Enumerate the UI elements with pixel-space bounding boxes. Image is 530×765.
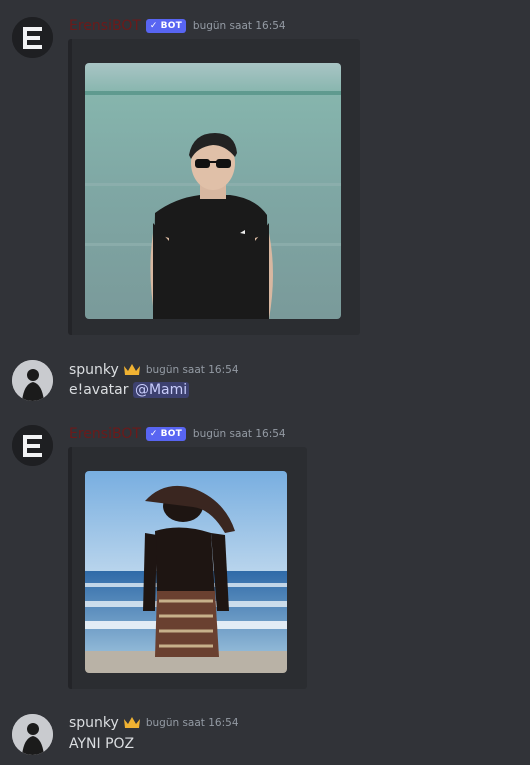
bot-logo-icon: [12, 425, 53, 466]
bot-avatar[interactable]: [12, 17, 53, 58]
bot-logo-icon: [12, 17, 53, 58]
message-header: spunky bugün saat 16:54: [69, 361, 239, 379]
bot-badge: ✓ BOT: [145, 427, 186, 441]
crown-icon: [123, 364, 140, 375]
message-text: AYNI POZ: [69, 736, 135, 752]
check-icon: ✓: [149, 429, 158, 439]
message-header: ErensiBOT ✓ BOT bugün saat 16:54: [69, 17, 286, 35]
message-user-2: spunky bugün saat 16:54 AYNI POZ: [0, 709, 530, 765]
bot-badge: ✓ BOT: [145, 19, 186, 33]
author-name[interactable]: ErensiBOT: [69, 18, 141, 34]
embed-image[interactable]: [85, 63, 341, 319]
author-name[interactable]: ErensiBOT: [69, 426, 141, 442]
man-ocean-photo: [85, 471, 287, 673]
timestamp: bugün saat 16:54: [145, 717, 239, 729]
message-bot-2: ErensiBOT ✓ BOT bugün saat 16:54: [0, 410, 530, 690]
timestamp: bugün saat 16:54: [192, 428, 286, 440]
author-name[interactable]: spunky: [69, 715, 119, 731]
user-avatar[interactable]: [12, 360, 53, 401]
message-text: e!avatar: [69, 382, 129, 398]
embed-image[interactable]: [85, 471, 287, 673]
man-beach-photo: [85, 63, 341, 319]
embed: [68, 447, 307, 689]
message-bot-1: ErensiBOT ✓ BOT bugün saat 16:54: [0, 0, 530, 340]
author-name[interactable]: spunky: [69, 362, 119, 378]
user-avatar-photo: [12, 714, 53, 755]
message-content: e!avatar @Mami: [69, 382, 190, 398]
timestamp: bugün saat 16:54: [192, 20, 286, 32]
user-mention[interactable]: @Mami: [132, 382, 190, 398]
embed: [68, 39, 360, 335]
check-icon: ✓: [149, 21, 158, 31]
user-avatar-photo: [12, 360, 53, 401]
timestamp: bugün saat 16:54: [145, 364, 239, 376]
message-content: AYNI POZ: [69, 736, 134, 752]
user-avatar[interactable]: [12, 714, 53, 755]
bot-avatar[interactable]: [12, 425, 53, 466]
message-header: spunky bugün saat 16:54: [69, 714, 239, 732]
crown-icon: [123, 717, 140, 728]
message-user-1: spunky bugün saat 16:54 e!avatar @Mami: [0, 355, 530, 405]
message-header: ErensiBOT ✓ BOT bugün saat 16:54: [69, 425, 286, 443]
